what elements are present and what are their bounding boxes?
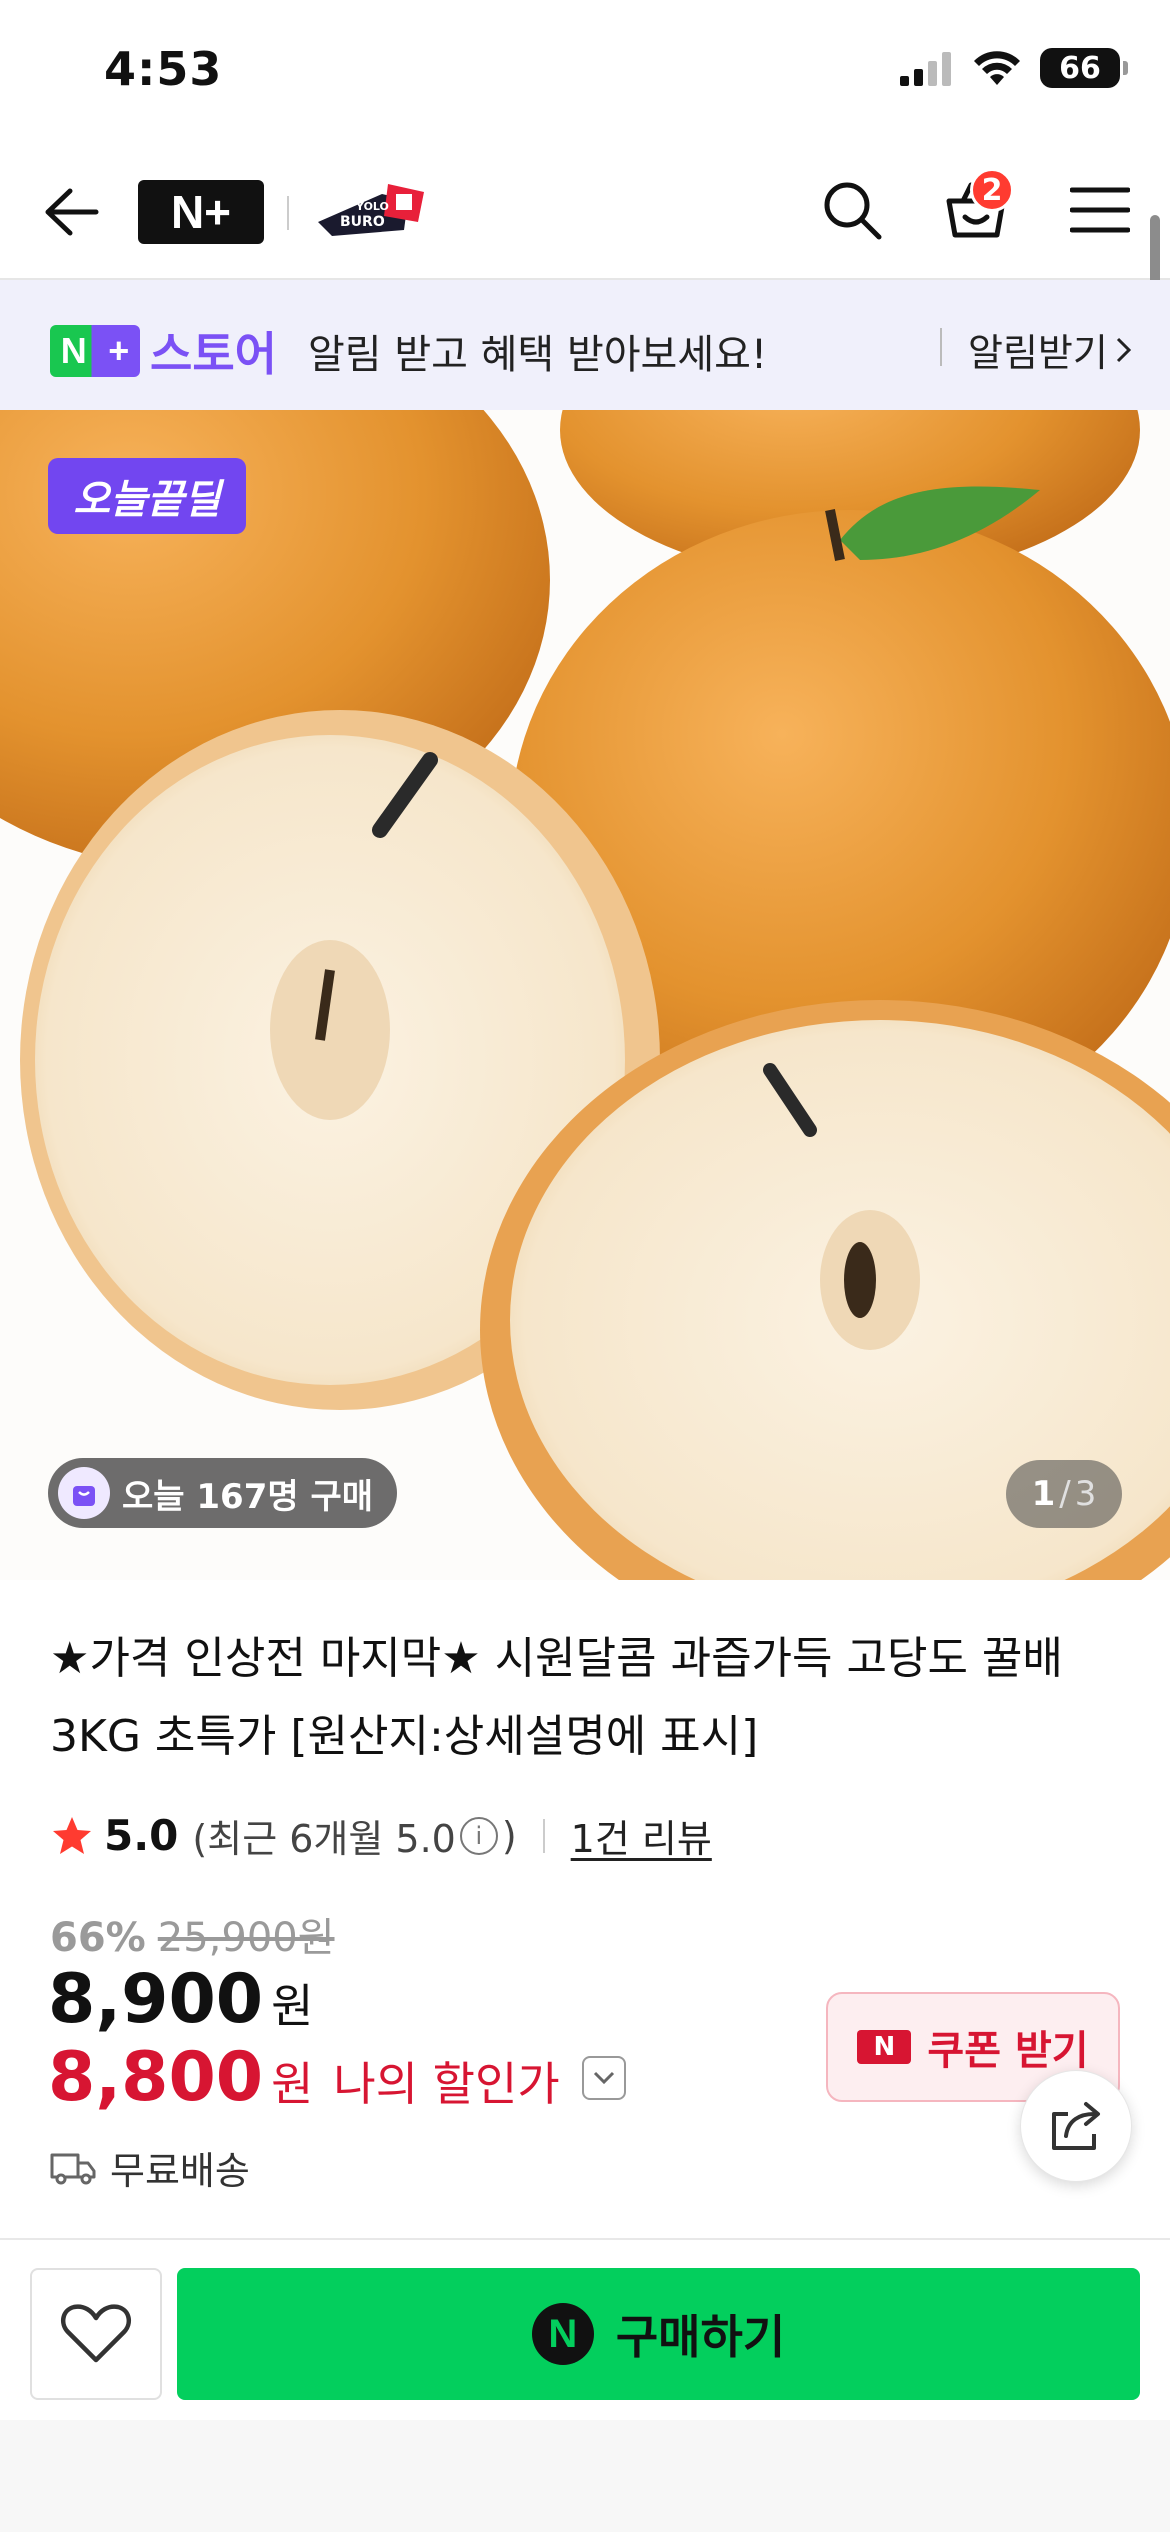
star-icon: [53, 1816, 91, 1854]
rating-row: 5.0 (최근 6개월 5.0 i ) 1건 리뷰: [50, 1808, 712, 1863]
price-row: 8,900 원: [48, 1960, 313, 2039]
wifi-icon: [974, 51, 1020, 85]
menu-button[interactable]: [1060, 170, 1140, 250]
shipping-label: 무료배송: [110, 2149, 250, 2193]
nav-actions: 2: [812, 168, 1140, 250]
heart-outline-icon: [60, 2304, 132, 2363]
brand-logo[interactable]: YOLO BURO: [312, 170, 432, 250]
rating-score: 5.0: [104, 1811, 179, 1860]
svg-text:BURO: BURO: [340, 214, 385, 230]
share-button[interactable]: [1020, 2070, 1132, 2182]
wishlist-button[interactable]: [30, 2268, 162, 2400]
search-button[interactable]: [812, 170, 892, 250]
sale-price: 8,900: [48, 1960, 264, 2039]
product-photo-pears: [0, 410, 1170, 1580]
status-time: 4:53: [104, 42, 223, 96]
subscribe-alert-label: 알림받기: [968, 331, 1108, 375]
purchase-count-label: 오늘 167명 구매: [122, 1476, 374, 1517]
today-deal-badge: 오늘끝딜: [48, 458, 246, 534]
battery-indicator: 66: [1040, 48, 1128, 88]
hamburger-menu-icon: [1070, 187, 1130, 233]
store-name: 스토어: [150, 327, 277, 381]
yolo-buro-logo: YOLO BURO: [318, 184, 424, 236]
info-icon[interactable]: i: [459, 1816, 498, 1855]
get-coupon-label: 쿠폰 받기: [927, 2028, 1089, 2074]
subscribe-alert-button[interactable]: 알림받기: [968, 322, 1134, 377]
my-discount-price: 8,800: [48, 2038, 264, 2117]
my-discount-price-label: 나의 할인가: [333, 2057, 560, 2111]
arrow-left-icon: [45, 188, 99, 236]
rating-recent-close: ): [501, 1813, 517, 1858]
nplus-logo[interactable]: N+: [138, 180, 264, 244]
rating-recent: (최근 6개월 5.0 i ): [192, 1808, 516, 1863]
pager-separator: /: [1059, 1474, 1071, 1514]
shopping-bag-icon: [58, 1467, 110, 1519]
nplus-store-logo: N + 스토어: [50, 318, 277, 384]
my-discount-price-row: 8,800 원 나의 할인가: [48, 2038, 626, 2117]
pager-current: 1: [1031, 1474, 1056, 1514]
search-icon: [824, 182, 882, 240]
status-bar: 4:53 66: [0, 0, 1170, 140]
product-title: ★가격 인상전 마지막★ 시원달콤 과즙가득 고당도 꿀배 3KG 초특가 [원…: [50, 1633, 1063, 1762]
bottom-bar-divider: [0, 2238, 1170, 2240]
my-discount-price-unit: 원: [271, 2057, 314, 2111]
price-detail-toggle[interactable]: [581, 2055, 626, 2100]
discount-row: 66% 25,900원: [50, 1905, 335, 1963]
share-icon: [1052, 2102, 1100, 2150]
cart-count-badge: 2: [970, 168, 1014, 212]
naver-pay-icon: N: [531, 2303, 594, 2365]
naver-coupon-icon: N: [857, 2030, 912, 2064]
rating-divider: [542, 1818, 545, 1853]
chevron-down-icon: [593, 2071, 614, 2084]
discount-percent: 66%: [50, 1915, 146, 1961]
sale-price-unit: 원: [271, 1979, 314, 2033]
pager-total: 3: [1074, 1474, 1097, 1514]
home-indicator-area: [0, 2420, 1170, 2532]
store-banner-message: 알림 받고 혜택 받아보세요!: [308, 332, 767, 378]
svg-text:YOLO: YOLO: [355, 200, 389, 213]
nav-divider: [287, 196, 289, 230]
today-purchase-count: 오늘 167명 구매: [48, 1458, 398, 1528]
truck-icon: [50, 2153, 96, 2184]
top-nav: N+ YOLO BURO 2: [0, 140, 1170, 280]
original-price: 25,900원: [157, 1915, 335, 1961]
cart-button[interactable]: 2: [936, 168, 1016, 250]
signal-icon: [900, 52, 951, 86]
shipping-info: 무료배송: [50, 2140, 250, 2195]
product-image-carousel[interactable]: 오늘끝딜 오늘 167명 구매 1 / 3: [0, 410, 1170, 1580]
buy-now-label: 구매하기: [615, 2310, 786, 2364]
rating-recent-label: (최근 6개월 5.0: [192, 1817, 456, 1861]
store-notification-banner: N + 스토어 알림 받고 혜택 받아보세요! 알림받기: [0, 280, 1170, 410]
review-link[interactable]: 1건 리뷰: [571, 1808, 712, 1863]
chevron-right-icon: [1116, 337, 1131, 362]
back-button[interactable]: [36, 176, 108, 248]
status-icons: 66: [900, 48, 1128, 88]
store-banner-divider: [940, 328, 942, 366]
image-pager: 1 / 3: [1006, 1460, 1122, 1528]
buy-now-button[interactable]: N 구매하기: [177, 2268, 1140, 2400]
nplus-mark: N +: [50, 325, 140, 377]
